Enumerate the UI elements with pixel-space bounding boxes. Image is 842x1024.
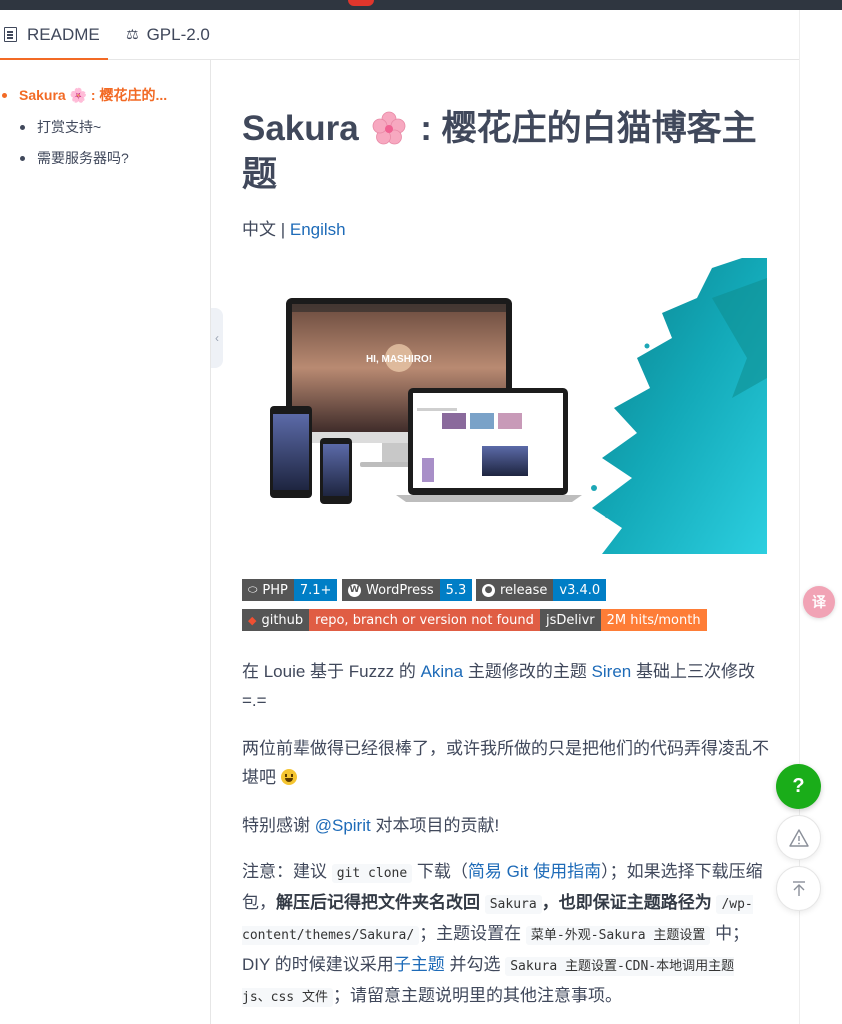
badge-jsdelivr-label: jsDelivr xyxy=(540,609,601,631)
code-git-clone: git clone xyxy=(331,864,413,883)
p1-text-1: 在 Louie 基于 Fuzzz 的 xyxy=(242,662,421,681)
p3-text-1: 特别感谢 xyxy=(242,816,315,835)
badge-release-label-text: release xyxy=(500,582,548,598)
git-guide-link[interactable]: 简易 Git 使用指南 xyxy=(468,862,601,881)
github-icon: ● xyxy=(482,583,495,597)
browser-top-bar xyxy=(0,0,842,10)
bullet-icon xyxy=(20,124,25,130)
p2-text: 两位前辈做得已经很棒了，或许我所做的只是把他们的代码弄得凌乱不堪吧 xyxy=(242,739,769,787)
badge-jsdelivr-value: 2M hits/month xyxy=(600,609,707,631)
tab-readme-label: README xyxy=(27,24,100,44)
p3-text-2: 对本项目的贡献! xyxy=(370,816,500,835)
siren-link[interactable]: Siren xyxy=(592,662,632,681)
chevron-left-icon: ‹ xyxy=(215,331,219,345)
hero-image: HI, MASHIRO! xyxy=(242,258,767,554)
badge-github-value: repo, branch or version not found xyxy=(309,609,540,631)
toc-item-donate[interactable]: 打赏支持~ xyxy=(20,117,101,137)
page-title: Sakura : 樱花庄的白猫博客主题 xyxy=(242,106,770,198)
translate-icon: 译 xyxy=(812,594,826,610)
badge-wordpress-label-text: WordPress xyxy=(366,582,434,598)
arrow-up-icon xyxy=(792,880,805,896)
tab-license[interactable]: ⚖ GPL-2.0 xyxy=(126,10,210,59)
language-switch: 中文 | Engilsh xyxy=(242,215,346,240)
toc-item-label: 打赏支持~ xyxy=(37,119,102,135)
badge-github-label-text: github xyxy=(261,612,304,628)
badge-php-label-text: PHP xyxy=(262,582,288,598)
report-button[interactable] xyxy=(776,815,821,860)
help-button[interactable]: ? xyxy=(776,764,821,809)
spirit-link[interactable]: @Spirit xyxy=(315,816,371,835)
document-icon xyxy=(4,27,17,42)
badge-wordpress-value: 5.3 xyxy=(439,579,473,601)
lang-en-link[interactable]: Engilsh xyxy=(290,220,346,239)
paragraph-notice: 注意：建议 git clone 下载（简易 Git 使用指南）；如果选择下载压缩… xyxy=(242,857,770,1012)
p4-bold-1: 解压后记得把文件夹名改回 xyxy=(276,893,485,912)
paragraph-thanks-predecessors: 两位前辈做得已经很棒了，或许我所做的只是把他们的代码弄得凌乱不堪吧 xyxy=(242,734,770,792)
badge-php-value: 7.1+ xyxy=(293,579,338,601)
badge-jsdelivr[interactable]: jsDelivr 2M hits/month xyxy=(540,609,707,631)
akina-link[interactable]: Akina xyxy=(421,662,464,681)
p4-text-4: ；主题设置在 xyxy=(419,924,526,943)
wordpress-icon: W xyxy=(348,583,361,597)
p4-text-7: ；请留意主题说明里的其他注意事项。 xyxy=(332,986,622,1005)
back-to-top-button[interactable] xyxy=(776,866,821,911)
cherry-blossom-icon xyxy=(373,111,406,145)
badge-wordpress-label: W WordPress xyxy=(342,579,440,601)
code-sakura: Sakura xyxy=(484,895,542,914)
bullet-icon xyxy=(20,155,25,161)
warning-icon xyxy=(788,828,809,847)
toc-sidebar: Sakura 🌸 : 樱花庄的... 打赏支持~ 需要服务器吗? xyxy=(0,60,211,1024)
p4-text-1: 注意：建议 xyxy=(242,862,332,881)
file-tabs: README ⚖ GPL-2.0 xyxy=(0,10,800,60)
top-bar-marker xyxy=(348,0,374,6)
git-icon: ◆ xyxy=(248,613,257,627)
badge-github[interactable]: ◆ github repo, branch or version not foun… xyxy=(242,609,540,631)
badge-php[interactable]: ⬭ PHP 7.1+ xyxy=(242,579,338,601)
paragraph-special-thanks: 特别感谢 @Spirit 对本项目的贡献! xyxy=(242,811,770,840)
tab-readme[interactable]: README xyxy=(0,10,108,60)
p4-text-2: 下载（ xyxy=(412,862,468,881)
badge-release-label: ● release xyxy=(476,579,554,601)
badge-release-value: v3.4.0 xyxy=(553,579,607,601)
toc-item-sakura[interactable]: Sakura 🌸 : 樱花庄的... xyxy=(2,85,167,105)
tab-license-label: GPL-2.0 xyxy=(146,24,210,44)
badge-github-label: ◆ github xyxy=(242,609,310,631)
hero-caption: HI, MASHIRO! xyxy=(366,354,432,365)
title-text-sakura: Sakura xyxy=(242,109,359,148)
lang-zh: 中文 xyxy=(242,220,276,239)
php-icon: ⬭ xyxy=(248,583,258,596)
theme-preview-illustration: HI, MASHIRO! xyxy=(270,258,767,554)
p4-bold-2: ，也即保证主题路径为 xyxy=(541,893,717,912)
badge-release[interactable]: ● release v3.4.0 xyxy=(476,579,607,601)
p4-text-6: 并勾选 xyxy=(444,955,506,974)
toc-item-label: Sakura 🌸 : 樱花庄的... xyxy=(19,87,168,103)
badge-wordpress[interactable]: W WordPress 5.3 xyxy=(342,579,473,601)
code-settings-menu: 菜单-外观-Sakura 主题设置 xyxy=(525,926,711,945)
lang-separator: | xyxy=(276,220,290,239)
translate-button[interactable]: 译 xyxy=(803,586,835,618)
badge-php-label: ⬭ PHP xyxy=(242,579,294,601)
smile-emoji-icon xyxy=(280,769,297,785)
p1-text-2: 主题修改的主题 xyxy=(463,662,592,681)
question-icon: ? xyxy=(792,775,805,797)
paragraph-intro: 在 Louie 基于 Fuzzz 的 Akina 主题修改的主题 Siren 基… xyxy=(242,657,770,715)
sidebar-collapse-handle[interactable]: ‹ xyxy=(211,308,223,368)
child-theme-link[interactable]: 子主题 xyxy=(394,955,445,974)
toc-item-label: 需要服务器吗? xyxy=(37,150,129,166)
bullet-icon xyxy=(2,92,7,98)
scale-icon: ⚖ xyxy=(126,26,139,42)
toc-item-server[interactable]: 需要服务器吗? xyxy=(20,148,129,168)
